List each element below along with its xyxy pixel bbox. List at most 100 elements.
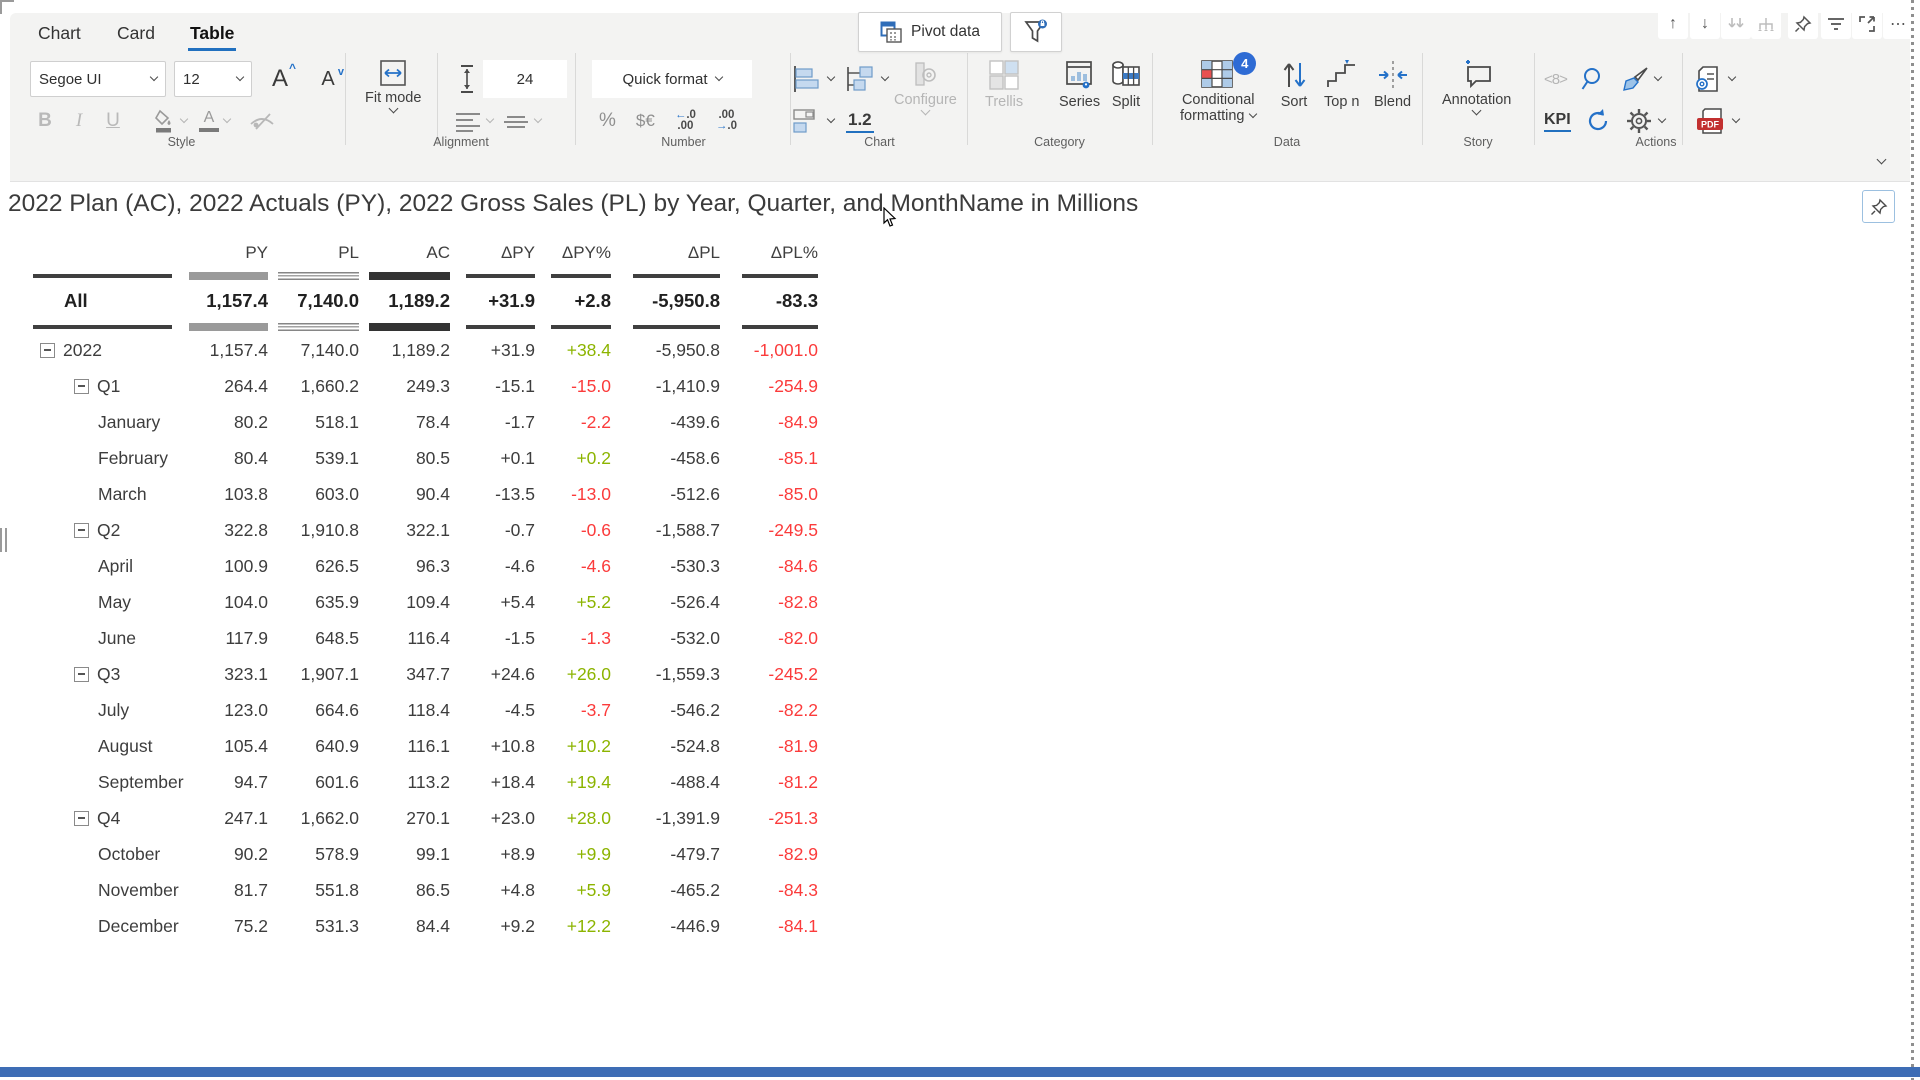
column-header[interactable]: ΔPL%	[720, 243, 818, 270]
underline-button[interactable]: U	[98, 110, 128, 132]
percent-format-icon[interactable]: %	[599, 110, 616, 132]
chart-layout-select[interactable]	[792, 108, 834, 134]
fill-color-button[interactable]	[154, 108, 187, 134]
increase-font-icon[interactable]: A^	[260, 65, 300, 93]
sort-button[interactable]: Sort	[1280, 59, 1308, 110]
filters-icon[interactable]	[1821, 9, 1851, 39]
visual-selection-bar[interactable]	[0, 1067, 1920, 1077]
format-painter-button[interactable]	[1621, 66, 1661, 92]
visual-resize-handle[interactable]	[0, 528, 7, 552]
value-cell: 123.0	[185, 700, 268, 721]
column-header[interactable]: ΔPY	[450, 243, 535, 270]
scale-ratio-button[interactable]: 1.2	[846, 110, 874, 133]
chevron-down-icon	[1657, 115, 1665, 123]
tab-table[interactable]: Table	[190, 23, 234, 44]
value-cell: +5.4	[450, 592, 535, 613]
value-cell: -532.0	[611, 628, 720, 649]
mouse-cursor	[883, 207, 897, 228]
embed-code-icon[interactable]: <8>	[1544, 71, 1567, 88]
pivot-data-button[interactable]: Pivot data	[858, 12, 1002, 52]
value-cell: -84.6	[720, 556, 818, 577]
pin-visual-icon[interactable]	[1788, 9, 1818, 39]
font-family-select[interactable]: Segoe UI	[30, 61, 166, 97]
table-row: All1,157.47,140.01,189.2+31.9+2.8-5,950.…	[33, 281, 823, 321]
move-up-icon[interactable]: ↑	[1658, 9, 1688, 39]
scenario-bar	[742, 325, 818, 329]
collapse-toggle[interactable]	[74, 667, 89, 682]
column-header[interactable]: AC	[359, 243, 450, 270]
refresh-icon[interactable]	[1585, 108, 1611, 134]
align-center-icon	[503, 110, 529, 132]
italic-button[interactable]: I	[64, 110, 94, 132]
value-cell: 109.4	[359, 592, 450, 613]
collapse-toggle[interactable]	[74, 379, 89, 394]
scenario-bars-row	[33, 321, 823, 332]
font-size-select[interactable]: 12	[174, 61, 252, 97]
fit-mode-button[interactable]: Fit mode	[365, 59, 421, 112]
font-color-button[interactable]: A	[199, 110, 230, 133]
scenario-bar	[278, 323, 359, 331]
pdf-icon: PDF	[1695, 107, 1727, 135]
tab-chart[interactable]: Chart	[38, 23, 81, 44]
top-n-button[interactable]: Top n	[1324, 59, 1359, 110]
annotation-button[interactable]: Annotation	[1442, 59, 1511, 114]
value-cell: +10.2	[535, 736, 611, 757]
conditional-formatting-button[interactable]: 4 Conditional formatting	[1180, 59, 1256, 124]
currency-format-icon[interactable]: $€	[636, 111, 655, 131]
search-icon[interactable]	[1581, 66, 1607, 92]
series-button[interactable]: Series	[1059, 59, 1100, 110]
column-header[interactable]: PY	[185, 243, 268, 270]
filter-lock-button[interactable]	[1010, 12, 1062, 52]
export-pdf-button[interactable]: PDF	[1695, 107, 1739, 135]
value-cell: -13.0	[535, 484, 611, 505]
increase-decimals-icon[interactable]: .00 →.0	[716, 110, 737, 132]
trellis-button[interactable]: Trellis	[985, 59, 1023, 110]
collapse-toggle[interactable]	[40, 343, 55, 358]
value-cell: 117.9	[185, 628, 268, 649]
no-markers-icon[interactable]	[248, 110, 276, 132]
value-cell: 100.9	[185, 556, 268, 577]
table-settings-button[interactable]	[1693, 64, 1735, 94]
value-cell: -3.7	[535, 700, 611, 721]
move-down-icon[interactable]: ↓	[1690, 9, 1720, 39]
paintbrush-icon	[1621, 66, 1649, 92]
collapse-toggle[interactable]	[74, 811, 89, 826]
annotation-icon	[1460, 59, 1494, 89]
collapse-ribbon-icon[interactable]	[1877, 155, 1887, 165]
value-cell: 578.9	[268, 844, 359, 865]
decrease-decimals-icon[interactable]: ←←.0.0 .00	[675, 110, 696, 132]
more-options-icon[interactable]: ⋯	[1883, 9, 1913, 39]
bold-button[interactable]: B	[30, 110, 60, 132]
blend-button[interactable]: Blend	[1374, 59, 1411, 110]
chevron-down-icon	[486, 115, 494, 123]
visual-title: 2022 Plan (AC), 2022 Actuals (PY), 2022 …	[8, 190, 1138, 218]
kpi-button[interactable]: KPI	[1544, 111, 1571, 132]
decrease-font-icon[interactable]: Av	[308, 68, 348, 91]
column-header[interactable]: PL	[268, 243, 359, 270]
column-header[interactable]: ΔPY%	[535, 243, 611, 270]
row-label: March	[98, 484, 147, 505]
filter-lock-icon	[1024, 19, 1048, 45]
lock-layout-button[interactable]	[1862, 190, 1895, 223]
chart-type-bar-select[interactable]	[792, 65, 834, 93]
expand-hierarchy-icon[interactable]	[1751, 9, 1781, 39]
tab-card[interactable]: Card	[117, 23, 155, 44]
configure-button[interactable]: Configure	[894, 59, 957, 114]
value-cell: +23.0	[450, 808, 535, 829]
scenario-bar	[189, 323, 268, 331]
table-row: March103.8603.090.4-13.5-13.0-512.6-85.0	[33, 476, 823, 512]
column-header[interactable]: ΔPL	[611, 243, 720, 270]
horizontal-align-select[interactable]	[455, 110, 493, 132]
drill-down-icon[interactable]	[1721, 9, 1751, 39]
chart-type-variance-select[interactable]	[844, 65, 888, 93]
focus-mode-icon[interactable]	[1852, 9, 1882, 39]
value-cell: 104.0	[185, 592, 268, 613]
split-button[interactable]: Split	[1109, 59, 1143, 110]
value-cell: 7,140.0	[268, 340, 359, 361]
row-height-input[interactable]	[483, 60, 567, 98]
quick-format-select[interactable]: Quick format	[592, 60, 752, 98]
settings-button[interactable]	[1625, 107, 1665, 135]
vertical-align-select[interactable]	[503, 110, 541, 132]
value-cell: -465.2	[611, 880, 720, 901]
collapse-toggle[interactable]	[74, 523, 89, 538]
